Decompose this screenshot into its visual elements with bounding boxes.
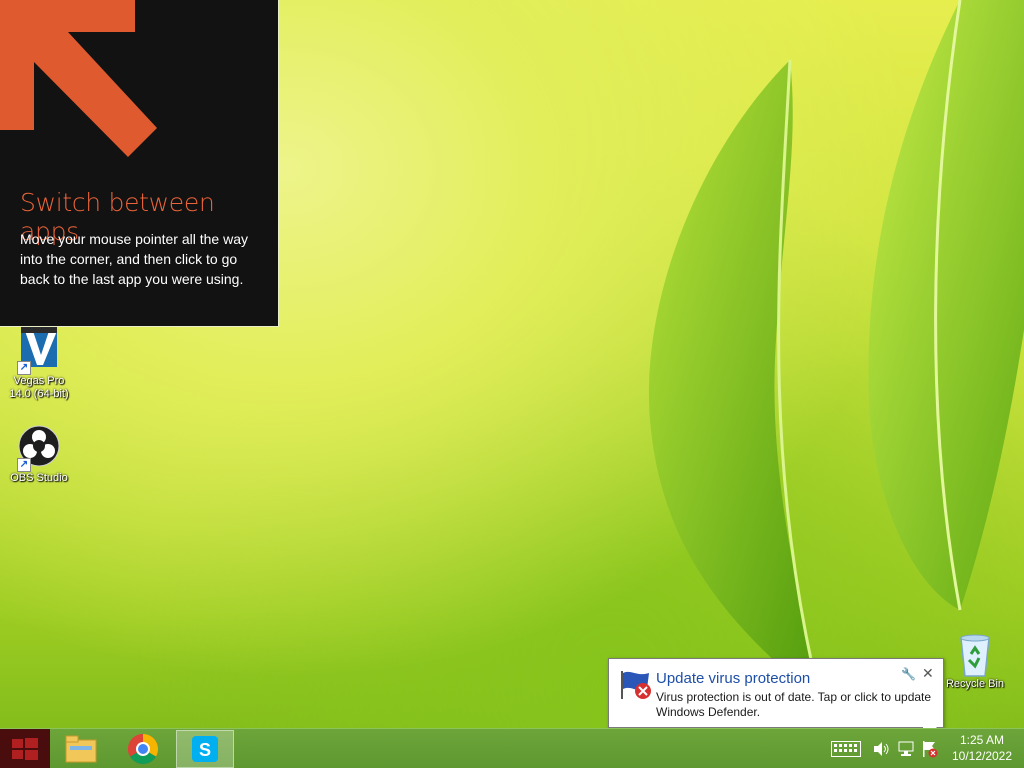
clock-time: 1:25 AM bbox=[959, 733, 1005, 747]
taskbar-file-explorer[interactable] bbox=[52, 730, 110, 768]
skype-icon: S bbox=[192, 736, 218, 762]
taskbar-skype[interactable]: S bbox=[176, 730, 234, 768]
network-icon[interactable] bbox=[898, 741, 914, 757]
desktop-icon-label: Recycle Bin bbox=[945, 678, 1005, 690]
defender-warning-flag-icon bbox=[621, 671, 651, 699]
obs-studio-icon: ↗ bbox=[15, 424, 63, 472]
tip-body: Move your mouse pointer all the way into… bbox=[20, 231, 248, 287]
recycle-bin-icon bbox=[951, 630, 999, 678]
shortcut-arrow-icon: ↗ bbox=[17, 458, 31, 472]
desktop-icon-label: Vegas Pro 14.0 (64-bit) bbox=[9, 375, 69, 400]
desktop-icon-label: OBS Studio bbox=[10, 472, 68, 484]
clock[interactable]: 1:25 AM 10/12/2022 bbox=[944, 732, 1020, 764]
desktop-icon-recycle-bin[interactable]: Recycle Bin bbox=[938, 630, 1012, 691]
desktop-icon-vegas-pro[interactable]: ↗ Vegas Pro 14.0 (64-bit) bbox=[2, 327, 76, 401]
close-icon[interactable]: ✕ bbox=[922, 665, 934, 682]
taskbar-chrome[interactable] bbox=[114, 730, 172, 768]
svg-text:S: S bbox=[199, 740, 211, 760]
chrome-icon bbox=[127, 734, 159, 765]
corner-arrow-icon bbox=[0, 0, 157, 157]
notification-title: Update virus protection bbox=[656, 670, 811, 687]
action-center-flag-icon[interactable] bbox=[921, 740, 939, 758]
volume-icon[interactable] bbox=[874, 742, 890, 756]
vegas-pro-icon: ↗ bbox=[15, 327, 63, 375]
file-explorer-icon bbox=[65, 735, 97, 763]
start-button[interactable] bbox=[0, 729, 50, 768]
notification-message: Virus protection is out of date. Tap or … bbox=[656, 690, 932, 719]
clock-date: 10/12/2022 bbox=[951, 749, 1013, 763]
keyboard-icon[interactable] bbox=[831, 741, 861, 757]
desktop-icon-obs-studio[interactable]: ↗ OBS Studio bbox=[2, 424, 76, 485]
defender-notification[interactable]: Update virus protection Virus protection… bbox=[608, 658, 944, 741]
windows-logo-icon bbox=[12, 738, 38, 760]
shortcut-arrow-icon: ↗ bbox=[17, 361, 31, 375]
switch-apps-tip: Switch between apps Move your mouse poin… bbox=[0, 0, 279, 327]
settings-wrench-icon[interactable]: 🔧 bbox=[901, 667, 916, 681]
taskbar: S 1:25 AM 10/12/2022 bbox=[0, 728, 1024, 768]
